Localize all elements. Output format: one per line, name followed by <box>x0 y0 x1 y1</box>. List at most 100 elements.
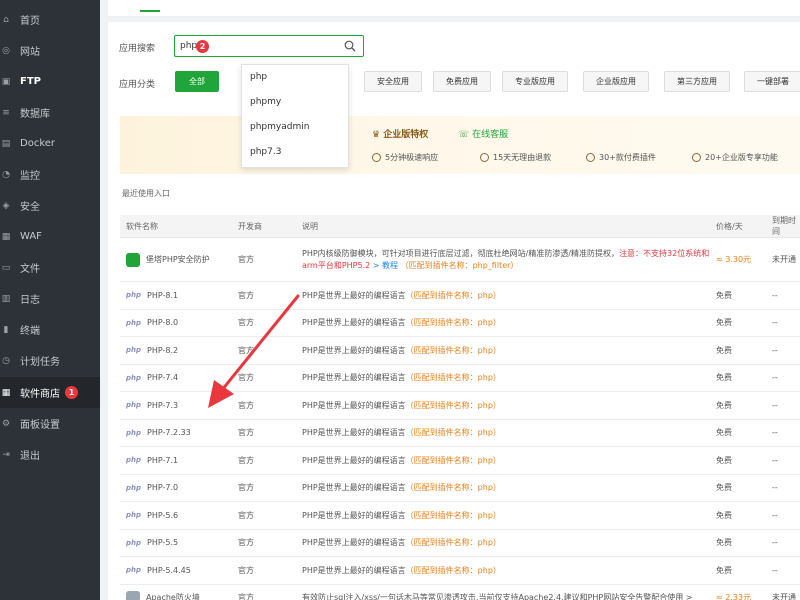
software-name[interactable]: PHP-5.4.45 <box>147 566 191 575</box>
expire-cell: -- <box>766 336 800 365</box>
name-cell: php PHP-8.0 <box>120 309 232 337</box>
feature-text: 30+款付费插件 <box>599 153 656 162</box>
software-name[interactable]: PHP-5.6 <box>147 511 178 520</box>
category-free-button[interactable]: 免费应用 <box>433 71 491 92</box>
category-security-button[interactable]: 安全应用 <box>364 71 422 92</box>
desc-text: PHP是世界上最好的编程语言 <box>302 565 406 575</box>
sidebar-item[interactable]: ◔ 监控 <box>0 159 100 190</box>
suggestion-item[interactable]: phpmyadmin <box>250 122 309 132</box>
dev-cell: 官方 <box>232 474 296 502</box>
table-row[interactable]: php PHP-7.2.33 官方 PHP是世界上最好的编程语言（匹配到插件名称：ph… <box>120 419 800 447</box>
search-icon[interactable] <box>344 40 356 52</box>
category-thirdparty-button[interactable]: 第三方应用 <box>664 71 730 92</box>
software-name[interactable]: PHP-7.3 <box>147 401 178 410</box>
expire-cell: -- <box>766 474 800 502</box>
table-row[interactable]: php PHP-8.2 官方 PHP是世界上最好的编程语言（匹配到插件名称：php）免… <box>120 336 800 365</box>
sidebar-item[interactable]: ◷ 计划任务 <box>0 345 100 376</box>
col-name-header[interactable]: 软件名称 <box>120 215 232 238</box>
sidebar-item[interactable]: ⚙ 面板设置 <box>0 408 100 439</box>
table-row[interactable]: php PHP-5.6 官方 PHP是世界上最好的编程语言（匹配到插件名称：php）免… <box>120 501 800 530</box>
sidebar-item-label: 数据库 <box>20 109 50 120</box>
expire-cell: 未开通 <box>766 584 800 600</box>
name-cell: 堡塔PHP安全防护 <box>120 237 232 282</box>
software-name[interactable]: PHP-8.0 <box>147 318 178 327</box>
table-row[interactable]: php PHP-7.1 官方 PHP是世界上最好的编程语言（匹配到插件名称：php）免… <box>120 446 800 475</box>
top-tab-bar <box>108 0 800 16</box>
category-all-button[interactable]: 全部 <box>175 71 219 92</box>
expire-cell: -- <box>766 501 800 530</box>
sidebar-item[interactable]: ▦ 软件商店 1 <box>0 377 100 408</box>
sidebar-item[interactable]: ▥ 日志 <box>0 283 100 314</box>
banner-title-text: 企业版特权 <box>383 130 429 140</box>
feature-text: 5分钟极速响应 <box>385 153 439 162</box>
sidebar-item[interactable]: ◎ 网站 <box>0 35 100 66</box>
sidebar-item[interactable]: ▤ Docker <box>0 128 100 159</box>
table-row[interactable]: php PHP-8.1 官方 PHP是世界上最好的编程语言（匹配到插件名称：php）免… <box>120 281 800 310</box>
software-name[interactable]: PHP-8.2 <box>147 346 178 355</box>
software-name[interactable]: PHP-7.0 <box>147 483 178 492</box>
software-name[interactable]: PHP-7.4 <box>147 373 178 382</box>
software-name[interactable]: PHP-7.2.33 <box>147 428 191 437</box>
search-input[interactable]: php 2 <box>174 35 364 57</box>
desc-text: PHP是世界上最好的编程语言 <box>302 400 406 410</box>
sidebar-item-label: 退出 <box>20 451 40 462</box>
price-cell: 免费 <box>710 391 766 420</box>
name-cell: php PHP-5.6 <box>120 501 232 530</box>
table-row[interactable]: 堡塔PHP安全防护 官方 PHP内核级防御模块，可针对项目进行底层过滤，彻底杜绝… <box>120 237 800 282</box>
dev-cell: 官方 <box>232 364 296 392</box>
table-row[interactable]: php PHP-5.4.45 官方 PHP是世界上最好的编程语言（匹配到插件名称：ph… <box>120 556 800 585</box>
name-cell: php PHP-7.1 <box>120 446 232 475</box>
col-dev-header: 开发商 <box>232 215 296 238</box>
price-cell: 免费 <box>710 446 766 475</box>
table-row[interactable]: Apache防火墙 官方 有效防止sql注入/xss/一句话木马等常见渗透攻击,当前… <box>120 584 800 600</box>
sidebar-item-label: 文件 <box>20 264 40 275</box>
sidebar-item[interactable]: ≡ 数据库 <box>0 97 100 128</box>
software-name[interactable]: PHP-7.1 <box>147 456 178 465</box>
sidebar-item[interactable]: ◈ 安全 <box>0 190 100 221</box>
table-row[interactable]: php PHP-7.0 官方 PHP是世界上最好的编程语言（匹配到插件名称：php）免… <box>120 474 800 502</box>
category-pro-button[interactable]: 专业版应用 <box>502 71 568 92</box>
php-logo-icon: php <box>126 401 142 410</box>
terminal-icon: ▮ <box>3 324 9 335</box>
php-logo-icon: php <box>126 566 142 575</box>
software-name[interactable]: 堡塔PHP安全防护 <box>146 254 210 265</box>
sidebar-item[interactable]: ⌂ 首页 <box>0 4 100 35</box>
sidebar-item[interactable]: ▭ 文件 <box>0 252 100 283</box>
tutorial-link[interactable]: > 教程 <box>373 261 398 270</box>
sidebar-item-label: 终端 <box>20 326 40 337</box>
search-suggestions: php phpmy phpmyadmin php7.3 <box>241 64 349 168</box>
table-row[interactable]: php PHP-5.5 官方 PHP是世界上最好的编程语言（匹配到插件名称：php）免… <box>120 529 800 557</box>
table-row[interactable]: php PHP-7.4 官方 PHP是世界上最好的编程语言（匹配到插件名称：php）免… <box>120 364 800 392</box>
docker-icon: ▤ <box>1 138 11 149</box>
match-note: （匹配到插件名称：php_filter） <box>400 260 519 270</box>
sidebar-item[interactable]: ▦ WAF <box>0 221 100 252</box>
desc-cell: PHP是世界上最好的编程语言（匹配到插件名称：php） <box>296 446 710 475</box>
desc-cell: PHP是世界上最好的编程语言（匹配到插件名称：php） <box>296 501 710 530</box>
col-price-header[interactable]: 价格/天 <box>710 215 766 238</box>
table-row[interactable]: php PHP-8.0 官方 PHP是世界上最好的编程语言（匹配到插件名称：php）免… <box>120 309 800 337</box>
software-name[interactable]: PHP-5.5 <box>147 538 178 547</box>
desc-text: PHP内核级防御模块，可针对项目进行底层过滤，彻底杜绝网站/精准防渗透/精准防提… <box>302 248 620 258</box>
category-enterprise-button[interactable]: 企业版应用 <box>583 71 649 92</box>
folder-icon: ▭ <box>1 262 11 273</box>
software-name[interactable]: PHP-8.1 <box>147 291 178 300</box>
software-name[interactable]: Apache防火墙 <box>146 592 200 600</box>
sidebar-item[interactable]: ▮ 终端 <box>0 314 100 345</box>
sidebar-item[interactable]: ⇥ 退出 <box>0 439 100 470</box>
category-deploy-button[interactable]: 一键部署 <box>744 71 800 92</box>
dev-cell: 官方 <box>232 556 296 585</box>
suggestion-item[interactable]: php <box>250 72 267 82</box>
expire-cell: -- <box>766 556 800 585</box>
clock-icon: ◷ <box>2 355 10 366</box>
expire-cell: 未开通 <box>766 237 800 282</box>
desc-text: PHP是世界上最好的编程语言 <box>302 428 406 438</box>
price-cell: 免费 <box>710 364 766 392</box>
suggestion-item[interactable]: php7.3 <box>250 147 281 157</box>
online-service-link[interactable]: ☏ 在线客服 <box>458 127 508 140</box>
name-cell: php PHP-7.4 <box>120 364 232 392</box>
dev-cell: 官方 <box>232 237 296 282</box>
suggestion-item[interactable]: phpmy <box>250 97 281 107</box>
sidebar-item-label: 安全 <box>20 202 40 213</box>
sidebar-item[interactable]: ▣ FTP <box>0 66 100 97</box>
table-row[interactable]: php PHP-7.3 官方 PHP是世界上最好的编程语言（匹配到插件名称：php）免… <box>120 391 800 420</box>
